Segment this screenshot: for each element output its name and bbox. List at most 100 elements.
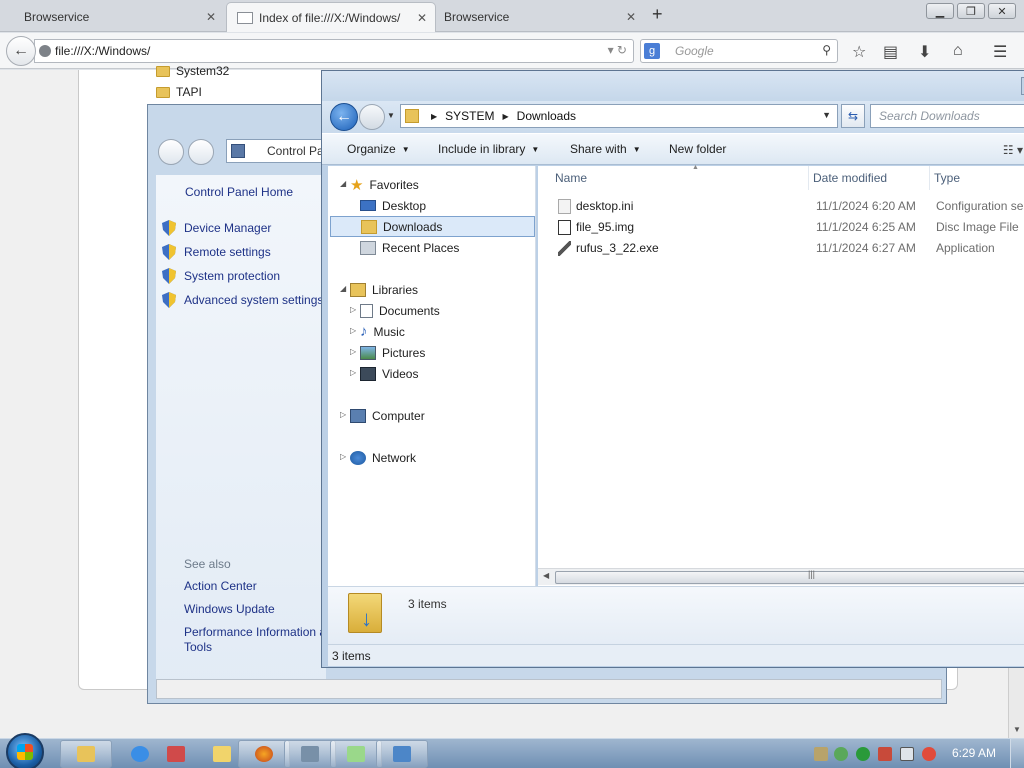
view-options-icon[interactable]: ☷ ▾: [1003, 143, 1023, 157]
sort-ascending-icon: ▲: [692, 164, 699, 171]
shield-icon: [162, 292, 176, 308]
start-button[interactable]: [6, 733, 44, 768]
tree-favorites[interactable]: ★ Favorites: [350, 174, 419, 195]
scroll-left-icon[interactable]: ◀: [543, 571, 549, 580]
new-tab-button[interactable]: +: [652, 4, 663, 25]
restore-button[interactable]: ❐: [957, 3, 985, 19]
url-bar[interactable]: file:///X:/Windows/ ▾ ↻: [34, 39, 634, 63]
expand-arrow-icon[interactable]: ▷: [350, 368, 356, 377]
search-input[interactable]: g Google ⚲: [640, 39, 838, 63]
tree-pictures[interactable]: Pictures: [360, 342, 425, 363]
remote-settings-link[interactable]: Remote settings: [162, 244, 271, 260]
folder-link-system32[interactable]: System32: [156, 64, 229, 78]
tray-network-icon[interactable]: [900, 747, 914, 761]
taskbar-firefox[interactable]: [238, 740, 290, 768]
close-button[interactable]: ✕: [988, 3, 1016, 19]
explorer-forward-button[interactable]: [359, 104, 385, 130]
scrollbar-thumb[interactable]: [555, 571, 1024, 584]
taskbar-explorer[interactable]: [60, 740, 112, 768]
include-in-library-button[interactable]: Include in library ▼: [438, 142, 539, 156]
folder-link-tapi[interactable]: TAPI: [156, 85, 202, 99]
reading-list-icon[interactable]: ▤: [883, 42, 898, 62]
taskbar-network-app[interactable]: [150, 740, 202, 768]
breadcrumb-separator-icon[interactable]: ▶: [503, 112, 509, 121]
column-header-name[interactable]: Name ▲: [552, 164, 809, 190]
action-center-link[interactable]: Action Center: [184, 579, 257, 593]
windows-update-link[interactable]: Windows Update: [184, 602, 275, 616]
tree-documents[interactable]: Documents: [360, 300, 440, 321]
tray-volume-muted-icon[interactable]: [922, 747, 936, 761]
refresh-button[interactable]: ⇆: [841, 104, 865, 128]
new-folder-button[interactable]: New folder: [669, 142, 726, 156]
taskbar-rufus[interactable]: [330, 740, 382, 768]
device-manager-link[interactable]: Device Manager: [162, 220, 271, 236]
history-dropdown-icon[interactable]: ▼: [387, 111, 395, 120]
system-protection-link[interactable]: System protection: [162, 268, 280, 284]
collapse-arrow-icon[interactable]: ◢: [340, 284, 346, 293]
close-tab-icon[interactable]: ✕: [206, 10, 216, 24]
show-desktop-button[interactable]: [1010, 739, 1024, 768]
expand-arrow-icon[interactable]: ▷: [340, 410, 346, 419]
page-vertical-scrollbar[interactable]: ▼: [1008, 668, 1024, 738]
share-with-button[interactable]: Share with ▼: [570, 142, 641, 156]
tree-libraries[interactable]: Libraries: [350, 279, 418, 300]
search-icon[interactable]: ⚲: [822, 43, 831, 57]
file-row[interactable]: file_95.img 11/1/2024 6:25 AM Disc Image…: [538, 217, 1024, 238]
horizontal-scrollbar[interactable]: ◀ |||: [538, 568, 1024, 585]
file-row[interactable]: desktop.ini 11/1/2024 6:20 AM Configurat…: [538, 196, 1024, 217]
tab-browservice-2[interactable]: Browservice ✕: [434, 2, 644, 32]
close-tab-icon[interactable]: ✕: [417, 11, 427, 25]
tray-app-icon[interactable]: [814, 747, 828, 761]
tab-browservice-1[interactable]: Browservice ✕: [14, 2, 224, 32]
expand-arrow-icon[interactable]: ▷: [340, 452, 346, 461]
menu-icon[interactable]: ☰: [993, 42, 1007, 62]
tree-recent-places[interactable]: Recent Places: [360, 237, 459, 258]
cp-forward-button[interactable]: [188, 139, 214, 165]
tree-network[interactable]: Network: [350, 447, 416, 468]
taskbar-clock[interactable]: 6:29 AM: [952, 746, 996, 760]
close-tab-icon[interactable]: ✕: [626, 10, 636, 24]
tree-music[interactable]: ♪ Music: [360, 321, 405, 342]
expand-arrow-icon[interactable]: ▷: [350, 305, 356, 314]
minimize-button[interactable]: ▁: [926, 3, 954, 19]
tab-index-windows[interactable]: Index of file:///X:/Windows/ ✕: [226, 2, 436, 32]
control-panel-home-link[interactable]: Control Panel Home: [185, 185, 293, 199]
cp-back-button[interactable]: [158, 139, 184, 165]
explorer-back-button[interactable]: ←: [330, 103, 358, 131]
reload-icon[interactable]: ▾ ↻: [608, 43, 627, 57]
organize-button[interactable]: Organize ▼: [347, 142, 410, 156]
control-panel-icon: [231, 144, 245, 158]
file-row[interactable]: rufus_3_22.exe 11/1/2024 6:27 AM Applica…: [538, 238, 1024, 259]
google-icon[interactable]: g: [644, 43, 660, 59]
tray-media-icon[interactable]: [856, 747, 870, 761]
taskbar-remote-desktop[interactable]: [376, 740, 428, 768]
address-dropdown-icon[interactable]: ▼: [822, 110, 831, 120]
expand-arrow-icon[interactable]: ▷: [350, 326, 356, 335]
explorer-search-input[interactable]: Search Downloads: [870, 104, 1024, 128]
column-header-date[interactable]: Date modified: [810, 166, 930, 190]
tray-flag-icon[interactable]: [878, 747, 892, 761]
documents-icon: [360, 303, 373, 318]
tree-computer[interactable]: Computer: [350, 405, 425, 426]
bookmark-star-icon[interactable]: ☆: [852, 42, 866, 62]
breadcrumb-separator-icon[interactable]: ▶: [431, 112, 437, 121]
tree-videos[interactable]: Videos: [360, 363, 418, 384]
column-header-type[interactable]: Type: [931, 166, 1024, 190]
performance-information-link[interactable]: Performance Information and: [184, 625, 339, 639]
breadcrumb-downloads[interactable]: Downloads: [517, 109, 576, 123]
breadcrumb-system[interactable]: SYSTEM: [445, 109, 494, 123]
tray-security-icon[interactable]: [834, 747, 848, 761]
performance-tools-link[interactable]: Tools: [184, 640, 212, 654]
scroll-down-icon[interactable]: ▼: [1013, 725, 1021, 734]
taskbar-control-panel[interactable]: [284, 740, 336, 768]
download-icon[interactable]: ⬇: [918, 42, 931, 62]
back-button[interactable]: ←: [6, 36, 36, 66]
cp-address-bar[interactable]: Control Panel: [226, 139, 326, 163]
tree-downloads[interactable]: Downloads: [330, 216, 535, 237]
home-icon[interactable]: ⌂: [953, 42, 963, 60]
tree-desktop[interactable]: Desktop: [360, 195, 426, 216]
expand-arrow-icon[interactable]: ▷: [350, 347, 356, 356]
collapse-arrow-icon[interactable]: ◢: [340, 179, 346, 188]
advanced-system-settings-link[interactable]: Advanced system settings: [162, 292, 323, 308]
explorer-address-bar[interactable]: ▶ SYSTEM ▶ Downloads ▼: [400, 104, 838, 128]
